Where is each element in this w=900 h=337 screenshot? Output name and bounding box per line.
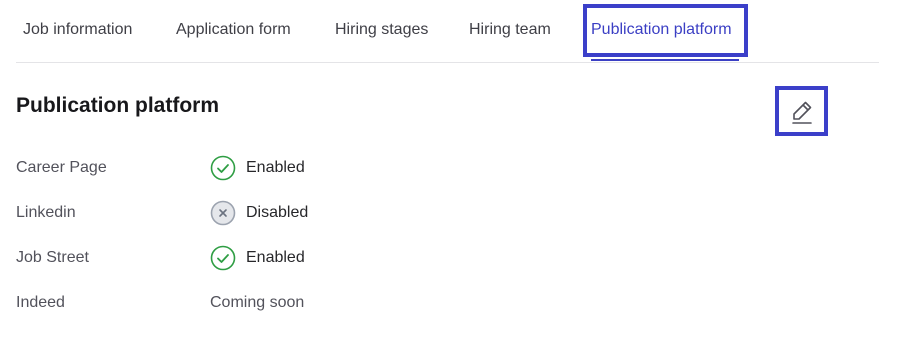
platform-name: Indeed [16, 294, 65, 311]
platform-row-linkedin: Linkedin Disabled [16, 199, 516, 227]
platform-name: Career Page [16, 159, 107, 176]
platform-name: Linkedin [16, 204, 76, 221]
platform-name: Job Street [16, 249, 89, 266]
x-circle-icon [210, 200, 236, 226]
check-circle-icon [210, 245, 236, 271]
tab-bar: Job information Application form Hiring … [16, 0, 879, 63]
tab-application-form[interactable]: Application form [176, 0, 291, 60]
section-title: Publication platform [16, 94, 220, 117]
platform-row-indeed: Indeed Coming soon [16, 289, 516, 317]
page: Job information Application form Hiring … [0, 0, 900, 337]
platform-status: Coming soon [210, 289, 304, 317]
platform-row-career-page: Career Page Enabled [16, 154, 516, 182]
tab-hiring-team[interactable]: Hiring team [469, 0, 551, 60]
status-text: Coming soon [210, 294, 305, 311]
tab-highlight-box [583, 4, 748, 57]
status-text: Enabled [246, 159, 305, 176]
active-tab-indicator [591, 59, 739, 61]
status-text: Disabled [246, 204, 309, 221]
tab-job-information[interactable]: Job information [23, 0, 132, 60]
tab-hiring-stages[interactable]: Hiring stages [335, 0, 428, 60]
edit-highlight-box [775, 86, 828, 136]
status-text: Enabled [246, 249, 305, 266]
platform-status: Enabled [210, 244, 305, 272]
platform-status: Enabled [210, 154, 305, 182]
platform-status: Disabled [210, 199, 308, 227]
check-circle-icon [210, 155, 236, 181]
platform-row-job-street: Job Street Enabled [16, 244, 516, 272]
